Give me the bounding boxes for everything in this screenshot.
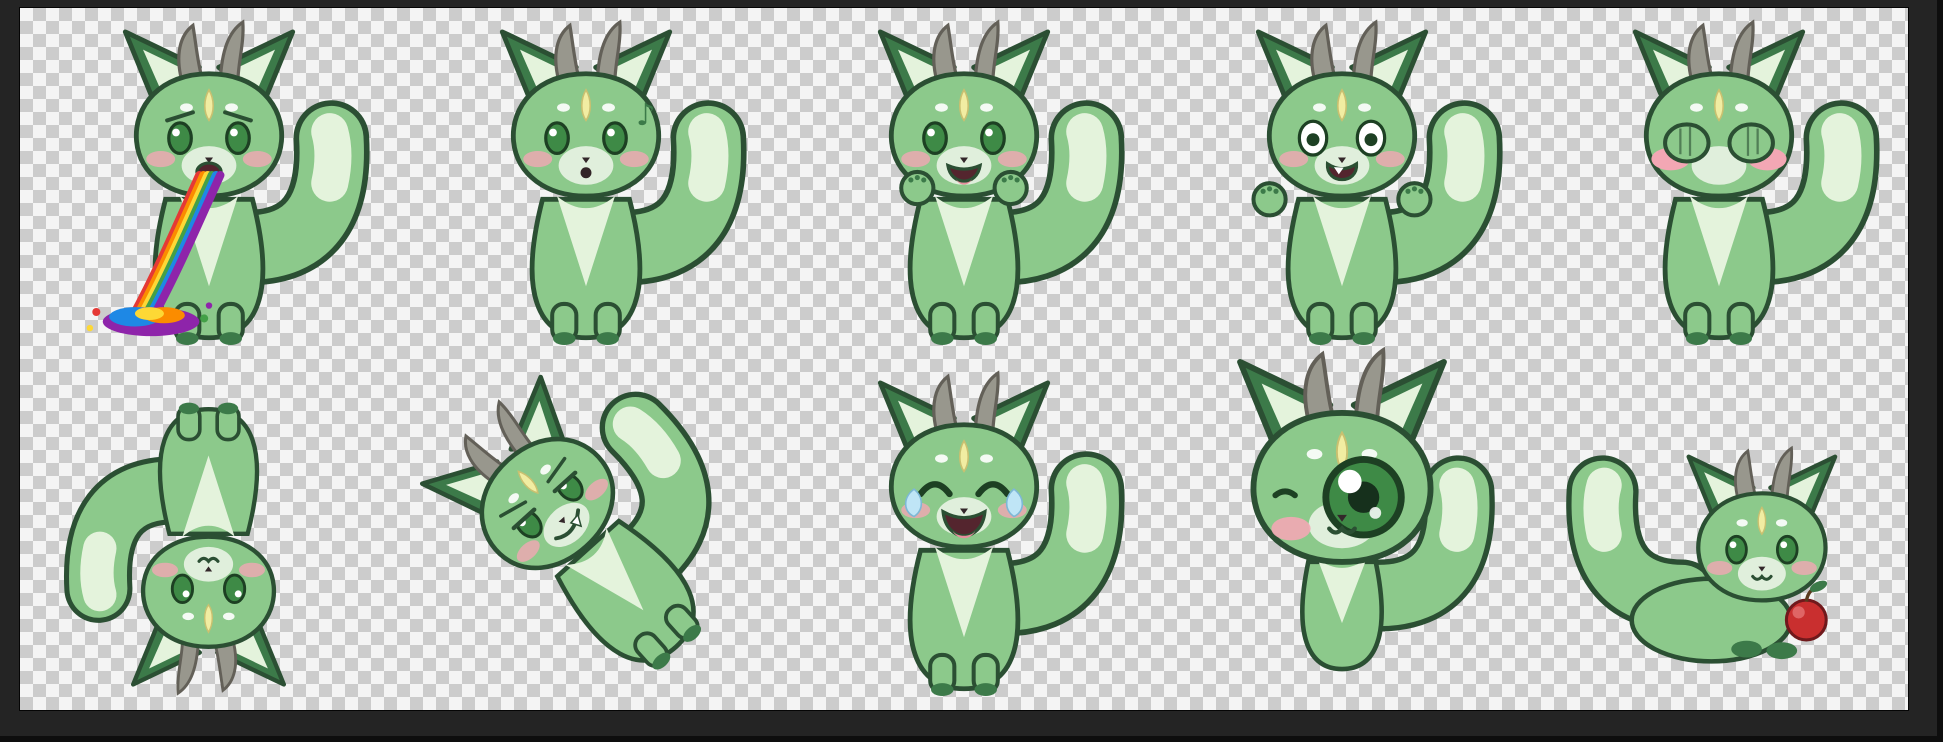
fox-head xyxy=(877,369,1051,549)
sticker-laughing-fox xyxy=(775,359,1153,710)
fox-sticker-art xyxy=(420,374,712,670)
transparent-canvas: ♪ xyxy=(20,8,1908,710)
fox-head xyxy=(1633,18,1806,198)
fox-body xyxy=(907,546,1021,696)
sticker-smug-fox xyxy=(398,359,776,710)
fox-body xyxy=(907,195,1021,345)
screenshot-root: { "scene": { "description": "Sticker she… xyxy=(0,0,1943,742)
fox-body xyxy=(1662,195,1776,345)
fox-sticker-art xyxy=(877,18,1125,345)
fox-sticker-art xyxy=(86,18,370,345)
sticker-shy-fox xyxy=(1530,8,1908,359)
music-note: ♪ xyxy=(636,98,656,133)
fox-sticker-art xyxy=(64,402,287,696)
fox-sticker-art xyxy=(1251,18,1503,345)
fox-body xyxy=(1285,195,1398,345)
fox-head xyxy=(122,18,295,198)
fox-head xyxy=(1255,18,1428,198)
fox-sticker-art xyxy=(1566,445,1838,664)
fox-sticker-art xyxy=(1633,18,1880,345)
fox-body xyxy=(530,195,643,345)
sticker-whistling-fox: ♪ xyxy=(398,8,776,359)
fox-tail xyxy=(1566,454,1719,631)
sticker-grid: ♪ xyxy=(20,8,1908,710)
sticker-rainbow-vomit-fox xyxy=(20,8,398,359)
fox-head xyxy=(131,534,287,696)
editor-frame: ♪ xyxy=(0,0,1943,742)
fox-body xyxy=(158,402,260,537)
fox-head xyxy=(877,18,1051,198)
sticker-excited-fox xyxy=(775,8,1153,359)
sticker-handstand-fox xyxy=(20,359,398,710)
fox-sticker-art: ♪ xyxy=(500,18,747,345)
fox-head xyxy=(1236,346,1447,565)
sticker-curious-fox xyxy=(1153,346,1531,710)
fox-sticker-art xyxy=(1236,346,1495,671)
sticker-apple-fox xyxy=(1530,359,1908,710)
fox-head xyxy=(1686,445,1838,603)
fox-sticker-art xyxy=(877,369,1125,696)
sticker-shocked-fox xyxy=(1153,8,1531,359)
